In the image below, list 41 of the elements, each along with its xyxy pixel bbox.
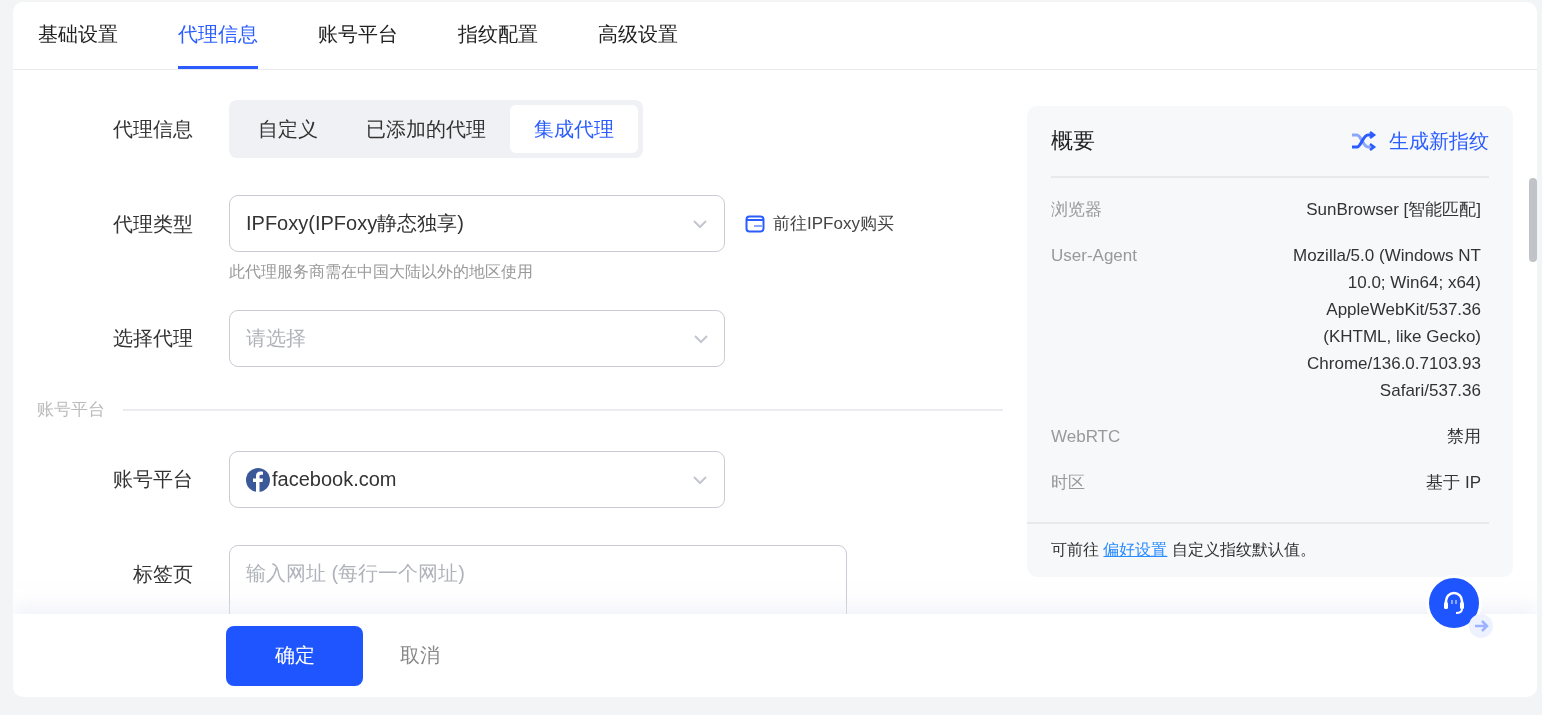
field-label: 账号平台: [112, 467, 193, 492]
scrollbar-thumb[interactable]: [1529, 178, 1537, 262]
select-field[interactable]: 请选择: [229, 310, 725, 367]
tab[interactable]: 账号平台: [318, 2, 398, 69]
shuffle-icon: [1351, 131, 1377, 151]
summary-label: WebRTC: [1051, 426, 1121, 448]
chevron-down-icon: [693, 334, 709, 344]
url-textarea[interactable]: 输入网址 (每行一个网址): [229, 545, 847, 614]
panel-title: 概要: [1051, 127, 1095, 155]
arrow-right-icon: [1469, 614, 1493, 638]
preferences-note: 可前往 偏好设置 自定义指纹默认值。: [1050, 540, 1317, 560]
segment-option[interactable]: 集成代理: [510, 105, 638, 153]
select-field[interactable]: facebook.com: [229, 451, 725, 508]
purchase-link[interactable]: 前往IPFoxy购买: [745, 212, 894, 235]
facebook-logo-icon: [246, 467, 270, 492]
segment-option[interactable]: 自定义: [234, 105, 342, 153]
summary-label: 时区: [1051, 472, 1085, 494]
field-label: 选择代理: [112, 326, 193, 351]
generate-button[interactable]: 生成新指纹: [1351, 127, 1489, 155]
tab[interactable]: 代理信息: [178, 2, 258, 69]
select-field[interactable]: IPFoxy(IPFoxy静态独享): [229, 195, 725, 252]
field-label: 代理类型: [112, 212, 193, 237]
field-label: 标签页: [132, 562, 193, 587]
section-title: 账号平台: [37, 399, 105, 421]
chevron-down-icon: [692, 218, 708, 229]
summary-value: SunBrowser [智能匹配]: [1306, 199, 1481, 221]
summary-label: User-Agent: [1051, 245, 1137, 267]
tab[interactable]: 指纹配置: [458, 2, 538, 69]
chevron-down-icon: [692, 474, 708, 485]
tab[interactable]: 基础设置: [38, 2, 118, 69]
field-label: 代理信息: [112, 116, 193, 142]
segment-option[interactable]: 已添加的代理: [342, 105, 510, 153]
tab[interactable]: 高级设置: [598, 2, 678, 69]
hint-text: 此代理服务商需在中国大陆以外的地区使用: [229, 262, 534, 282]
summary-label: 浏览器: [1051, 199, 1102, 221]
headset-icon: [1441, 590, 1467, 616]
cancel-button[interactable]: 取消: [379, 642, 461, 669]
confirm-button[interactable]: 确定: [226, 625, 363, 686]
summary-value: 禁用: [1447, 426, 1481, 448]
summary-value: Mozilla/5.0 (Windows NT 10.0; Win64; x64) AppleWebKit/537.36 (KHTML, like Gecko) Chrome/136.0.7103.93 Safari/537.36: [1292, 245, 1481, 402]
summary-value: 基于 IP: [1426, 472, 1481, 494]
